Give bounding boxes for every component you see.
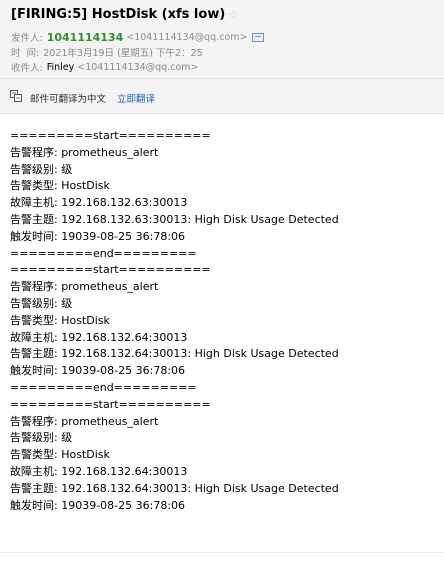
body-line: 告警程序: prometheus_alert	[10, 280, 159, 294]
translate-now-link[interactable]: 立即翻译	[117, 91, 155, 105]
body-line: 告警主题: 192.168.132.63:30013: High Disk Us…	[10, 212, 339, 226]
body-line: 触发时间: 19039-08-25 36:78:06	[10, 229, 186, 243]
body-line: 告警级别: 级	[10, 296, 73, 310]
body-line: 触发时间: 19039-08-25 36:78:06	[10, 498, 186, 512]
from-label: 发件人:	[11, 33, 43, 44]
sender-address[interactable]: <1041114134@qq.com>	[126, 32, 247, 43]
body-line: 告警类型: HostDisk	[10, 179, 110, 193]
time-label: 时 间:	[11, 48, 40, 59]
body-line: 故障主机: 192.168.132.64:30013	[10, 330, 188, 344]
email-body: =========start========== 告警程序: prometheus…	[10, 128, 440, 514]
translate-bar: 邮件可翻译为中文 立即翻译	[0, 79, 444, 113]
body-line: 告警类型: HostDisk	[10, 313, 110, 327]
body-line: 故障主机: 192.168.132.64:30013	[10, 464, 188, 478]
body-line: =========end=========	[10, 246, 197, 260]
to-label: 收件人:	[11, 63, 43, 74]
body-line: 触发时间: 19039-08-25 36:78:06	[10, 364, 186, 378]
translate-hint: 邮件可翻译为中文	[30, 94, 107, 105]
star-icon[interactable]: ☆	[228, 8, 238, 21]
recipient-name[interactable]: Finley	[47, 62, 75, 73]
body-line: =========start==========	[10, 397, 211, 411]
body-line: 告警程序: prometheus_alert	[10, 414, 159, 428]
body-line: 故障主机: 192.168.132.63:30013	[10, 196, 188, 210]
contact-card-icon[interactable]	[252, 32, 265, 42]
footer-divider	[0, 552, 444, 553]
body-line: 告警类型: HostDisk	[10, 448, 110, 462]
body-line: =========start==========	[10, 129, 211, 142]
subject-text: [FIRING:5] HostDisk (xfs low)	[11, 7, 226, 22]
body-line: 告警主题: 192.168.132.64:30013: High Disk Us…	[10, 481, 339, 495]
email-header: [FIRING:5] HostDisk (xfs low) ☆ 发件人: 104…	[0, 0, 444, 78]
email-subject: [FIRING:5] HostDisk (xfs low) ☆	[11, 7, 238, 22]
to-row: 收件人: Finley <1041114134@qq.com>	[11, 60, 198, 75]
body-line: =========start==========	[10, 263, 211, 277]
body-line: 告警主题: 192.168.132.64:30013: High Disk Us…	[10, 347, 339, 361]
recipient-address[interactable]: <1041114134@qq.com>	[77, 62, 198, 73]
translate-icon	[10, 90, 22, 102]
time-row: 时 间: 2021年3月19日 (星期五) 下午2：25	[11, 45, 203, 59]
body-line: 告警级别: 级	[10, 162, 73, 176]
sender-name[interactable]: 1041114134	[47, 31, 124, 44]
body-divider	[0, 113, 444, 114]
time-value: 2021年3月19日 (星期五) 下午2：25	[43, 48, 203, 59]
body-line: 告警程序: prometheus_alert	[10, 145, 159, 159]
from-row: 发件人: 1041114134 <1041114134@qq.com>	[11, 30, 265, 44]
body-line: 告警级别: 级	[10, 431, 73, 445]
body-line: =========end=========	[10, 380, 197, 394]
